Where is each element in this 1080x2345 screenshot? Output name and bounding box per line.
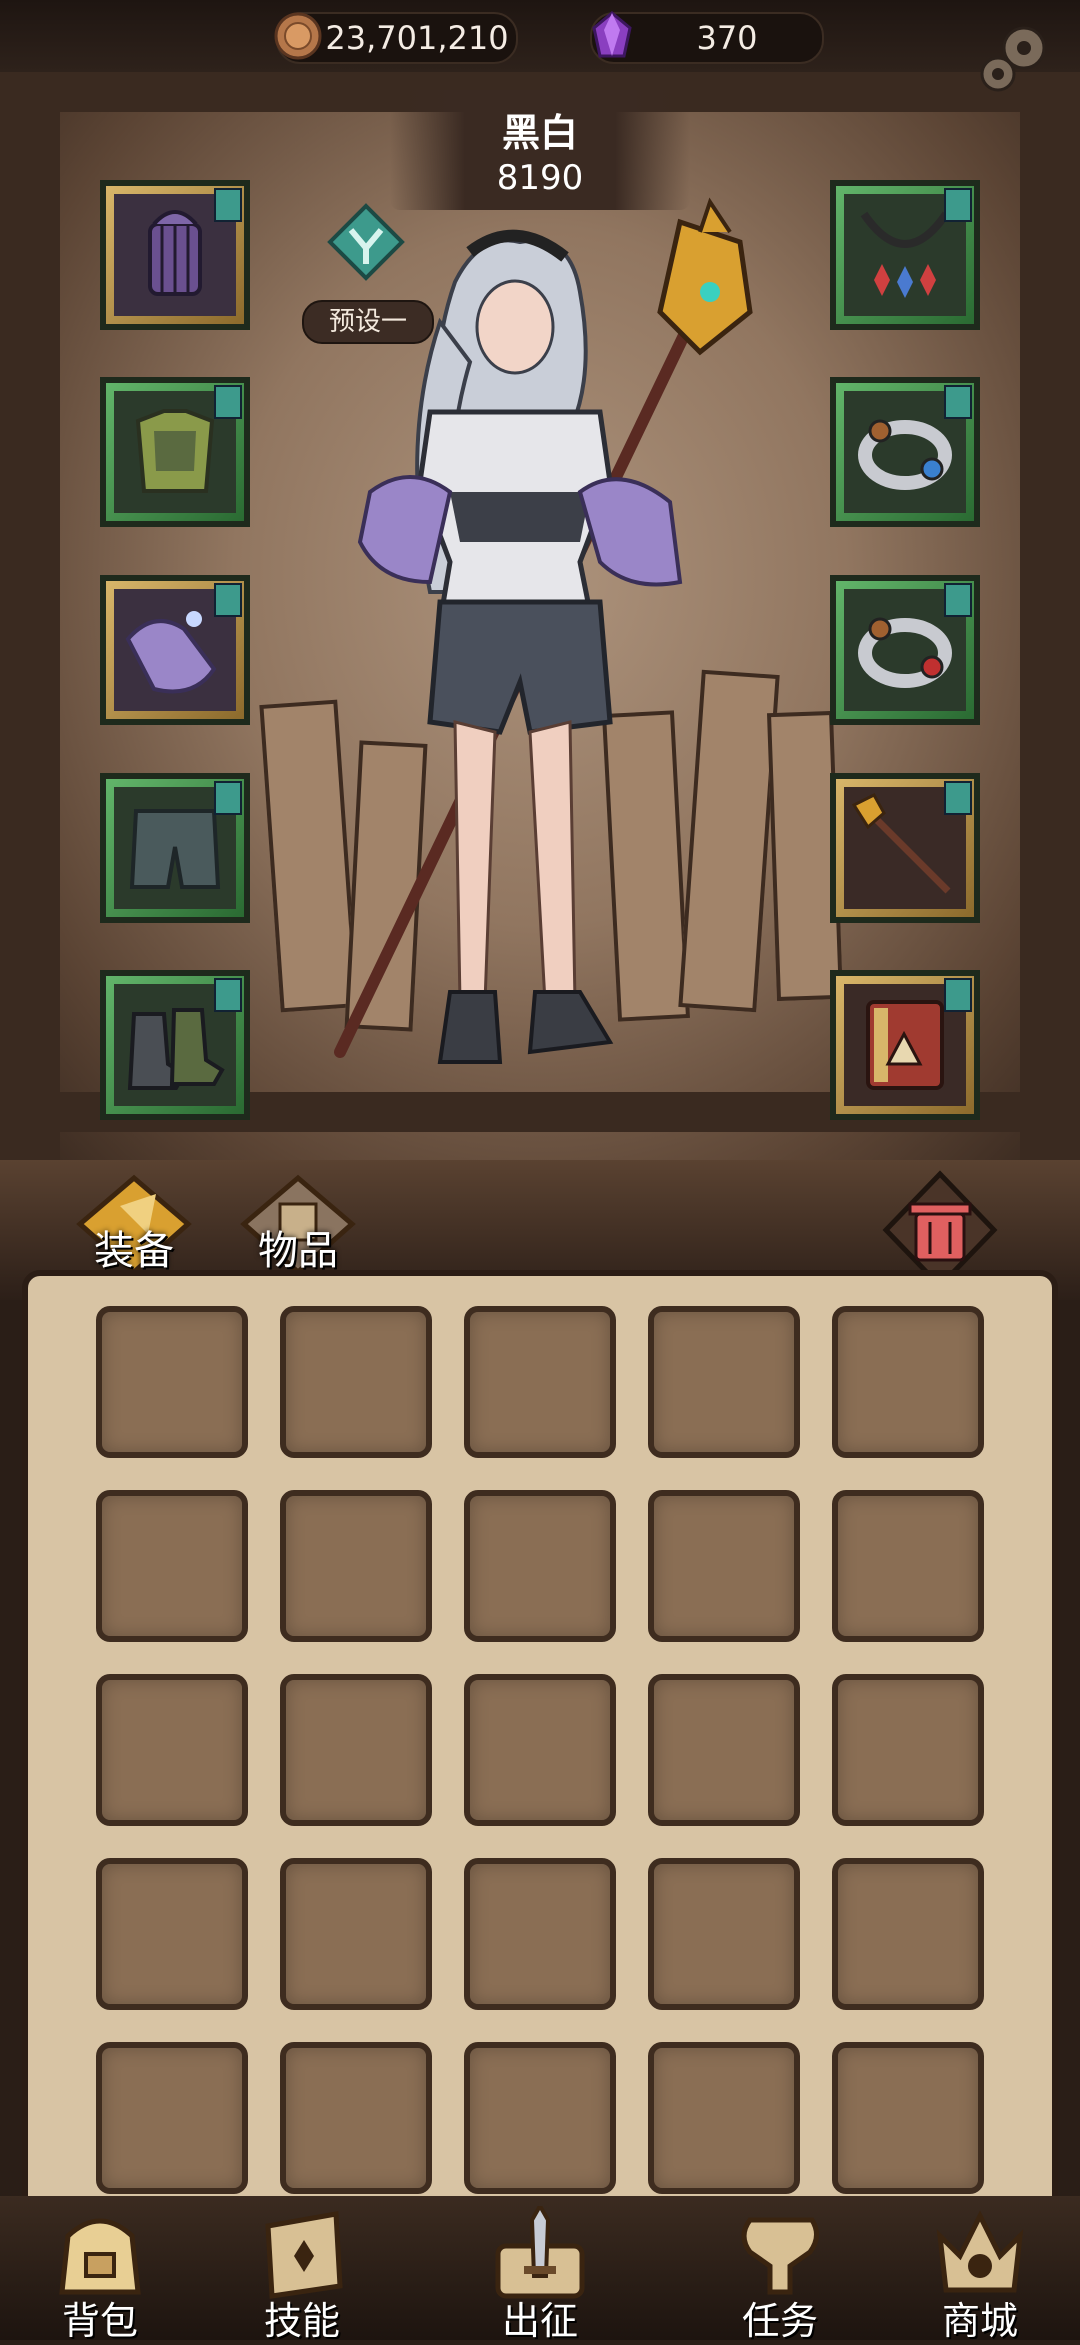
equipped-tag (214, 978, 242, 1012)
skill-book-icon (265, 2211, 343, 2299)
nav-shop-label: 商城 (941, 2299, 1018, 2343)
equipped-tag (944, 781, 972, 815)
equip-slot-right-3[interactable] (830, 575, 980, 725)
tab-items-label: 物品 (258, 1228, 338, 1274)
inventory-slot[interactable] (96, 1306, 248, 1458)
inventory-slot[interactable] (832, 1858, 984, 2010)
nav-backpack-label: 背包 (61, 2299, 138, 2343)
equipped-tag (214, 583, 242, 617)
nav-skills-label: 技能 (263, 2299, 340, 2343)
equip-slot-left-1[interactable] (100, 180, 250, 330)
shop-crown-icon (936, 2210, 1024, 2293)
inventory-slot[interactable] (96, 1490, 248, 1642)
equipped-tag (214, 781, 242, 815)
equip-slot-right-1[interactable] (830, 180, 980, 330)
inventory-slot[interactable] (648, 1490, 800, 1642)
equip-slot-right-4[interactable] (830, 773, 980, 923)
inventory-slot[interactable] (96, 1858, 248, 2010)
nav-backpack[interactable]: 背包 (10, 2196, 190, 2343)
sword-scroll-icon (495, 2206, 585, 2299)
inventory-slot[interactable] (832, 1306, 984, 1458)
equipped-tag (944, 978, 972, 1012)
equip-slot-left-2[interactable] (100, 377, 250, 527)
inventory-slot[interactable] (464, 1674, 616, 1826)
equip-slot-left-4[interactable] (100, 773, 250, 923)
character-panel: 黑白 8190 预设一 (0, 72, 1080, 1192)
inventory-slot[interactable] (464, 2042, 616, 2194)
inventory-slot[interactable] (280, 1858, 432, 2010)
inventory-slot[interactable] (832, 2042, 984, 2194)
currency-bar: 23,701,210 370 (0, 0, 1080, 72)
nav-expedition-label: 出征 (501, 2299, 578, 2343)
inventory-slot[interactable] (648, 1306, 800, 1458)
inventory-slot[interactable] (464, 1490, 616, 1642)
inventory-slot[interactable] (280, 1306, 432, 1458)
tab-equipment-label: 装备 (94, 1228, 174, 1274)
inventory-slot[interactable] (832, 1490, 984, 1642)
gear-icon[interactable] (972, 18, 1062, 108)
gem-counter[interactable]: 370 (590, 11, 824, 64)
inventory-slot[interactable] (648, 1858, 800, 2010)
equipped-tag (214, 385, 242, 419)
inventory-slot[interactable] (464, 1858, 616, 2010)
inventory-slot[interactable] (96, 1674, 248, 1826)
nav-skills[interactable]: 技能 (212, 2196, 392, 2343)
quest-scroll-icon (741, 2217, 819, 2295)
purple-crystal-icon (592, 11, 632, 58)
nav-quests[interactable]: 任务 (690, 2196, 870, 2343)
inventory-slot[interactable] (280, 1674, 432, 1826)
inventory-slot[interactable] (280, 2042, 432, 2194)
equipped-tag (214, 188, 242, 222)
coin-counter[interactable]: 23,701,210 (274, 12, 518, 64)
equip-slot-left-3[interactable] (100, 575, 250, 725)
equipped-tag (944, 583, 972, 617)
equip-slot-left-5[interactable] (100, 970, 250, 1120)
inventory-slot[interactable] (96, 2042, 248, 2194)
inventory-slot[interactable] (648, 1674, 800, 1826)
equip-slot-right-5[interactable] (830, 970, 980, 1120)
inventory-slot[interactable] (832, 1674, 984, 1826)
equip-slot-right-2[interactable] (830, 377, 980, 527)
inventory-slot[interactable] (648, 2042, 800, 2194)
coin-icon (274, 12, 322, 60)
inventory-slot[interactable] (280, 1490, 432, 1642)
equipped-tag (944, 188, 972, 222)
nav-expedition[interactable]: 出征 (450, 2196, 630, 2343)
equipped-tag (944, 385, 972, 419)
nav-quests-label: 任务 (741, 2299, 818, 2343)
backpack-icon (59, 2218, 141, 2295)
character-name: 黑白 (501, 111, 578, 155)
inventory-slot[interactable] (464, 1306, 616, 1458)
character-illustration (334, 197, 753, 1064)
nav-shop[interactable]: 商城 (890, 2196, 1070, 2343)
